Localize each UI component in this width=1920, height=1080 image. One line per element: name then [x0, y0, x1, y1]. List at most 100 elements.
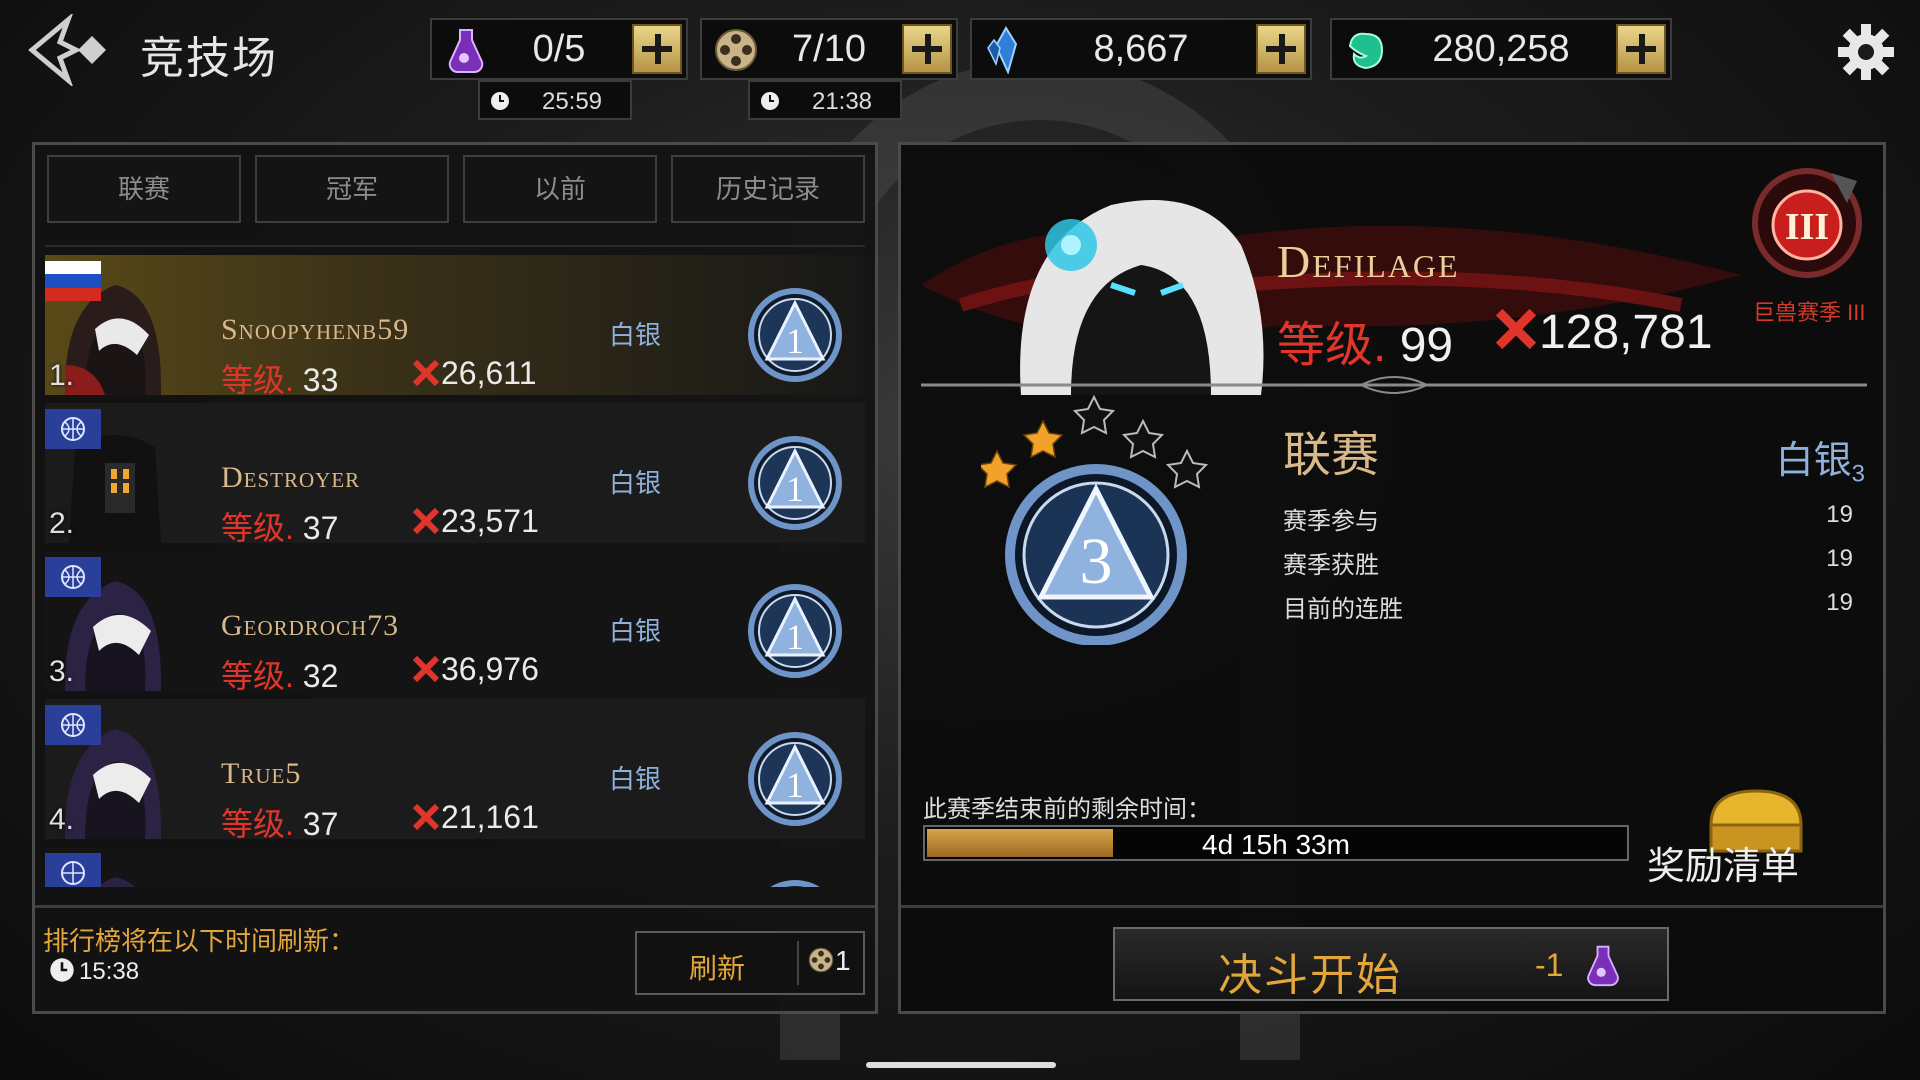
ranking-row[interactable]	[45, 847, 865, 887]
power-value: 36,976	[441, 651, 539, 687]
ranking-row[interactable]: 3. Geordroch73 等级. 32 36,976 白银 1	[45, 551, 865, 694]
crossed-swords-icon	[412, 507, 440, 535]
refresh-note: 排行榜将在以下时间刷新：	[43, 926, 356, 956]
panel-divider	[901, 905, 1883, 908]
league-tier-level: 3	[1851, 460, 1865, 488]
clock-icon	[761, 92, 779, 110]
tab-previous[interactable]: 以前	[463, 155, 657, 223]
hero-level: 等级. 99	[1277, 305, 1453, 375]
league-badge-icon: 1	[748, 288, 842, 382]
season-emblem-icon[interactable]: III	[1747, 163, 1867, 283]
stat-label: 目前的连胜	[1283, 596, 1403, 623]
leaderboard-panel: 联赛 冠军 以前 历史记录 1. Snoopyhenb59 等级. 33 26,…	[32, 142, 878, 1014]
film-reel-icon	[808, 947, 834, 973]
stat-label: 赛季参与	[1283, 508, 1379, 535]
souls-value: 280,258	[1432, 28, 1570, 70]
stat-value: 19	[1826, 589, 1853, 616]
refresh-timer: 15:38	[49, 957, 139, 986]
film-value: 7/10	[792, 28, 866, 70]
season-progress-bar: 4d 15h 33m	[923, 825, 1629, 861]
level-label: 等级.	[1277, 319, 1387, 372]
duel-button-label: 决斗开始	[1218, 951, 1402, 1000]
star-empty-icon	[1121, 418, 1165, 459]
stat-win-streak: 目前的连胜 19	[1283, 589, 1853, 624]
resource-crystals: 8,667	[970, 18, 1312, 80]
refresh-cost: 1	[807, 945, 851, 977]
ranking-row[interactable]: 4. True5 等级. 37 21,161 白银 1	[45, 699, 865, 842]
player-name: Snoopyhenb59	[221, 313, 410, 346]
globe-flag-icon	[45, 409, 101, 449]
season-remaining: 4d 15h 33m	[1202, 829, 1350, 860]
level-label: 等级.	[221, 510, 294, 546]
resource-film: 7/10	[700, 18, 958, 80]
league-badge-icon: 1	[748, 732, 842, 826]
home-indicator	[866, 1062, 1056, 1068]
player-tier: 白银	[609, 320, 662, 350]
tickets-timer-value: 25:59	[541, 88, 603, 115]
ranking-row[interactable]: 2. Destroyer 等级. 37 23,571 白银 1	[45, 403, 865, 546]
crossed-swords-icon	[412, 359, 440, 387]
power-value: 26,611	[441, 355, 537, 391]
tab-history[interactable]: 历史记录	[671, 155, 865, 223]
level-label: 等级.	[221, 806, 294, 842]
crystals-value: 8,667	[1093, 28, 1189, 70]
ranking-row[interactable]: 1. Snoopyhenb59 等级. 33 26,611 白银 1	[45, 255, 865, 398]
star-filled-icon	[1022, 419, 1064, 459]
stat-value: 19	[1826, 501, 1853, 528]
badge-number: 3	[1080, 525, 1113, 598]
badge-number: 1	[786, 765, 804, 805]
player-power: 36,976	[411, 651, 539, 688]
refresh-time-value: 15:38	[79, 958, 140, 985]
refresh-button[interactable]: 刷新 1	[635, 931, 865, 995]
tab-league[interactable]: 联赛	[47, 155, 241, 223]
badge-number: 1	[786, 321, 804, 361]
level-value: 37	[302, 510, 339, 546]
player-level: 等级. 37	[221, 799, 338, 845]
back-button[interactable]	[28, 12, 114, 88]
season-numeral: III	[1785, 206, 1829, 248]
gear-icon[interactable]	[1836, 22, 1896, 82]
star-filled-icon	[981, 449, 1018, 489]
league-rank-badge: 3	[981, 394, 1209, 645]
player-name: Geordroch73	[221, 609, 400, 642]
globe-flag-icon	[45, 853, 101, 887]
crossed-swords-icon	[1495, 308, 1537, 350]
level-label: 等级.	[221, 362, 294, 398]
star-empty-icon	[1165, 448, 1209, 489]
league-title: 联赛	[1283, 429, 1380, 482]
level-value: 33	[302, 362, 339, 398]
reward-list-button[interactable]: 奖励清单	[1647, 835, 1799, 890]
stat-label: 赛季获胜	[1283, 552, 1379, 579]
add-film-button[interactable]	[902, 24, 952, 74]
add-crystals-button[interactable]	[1256, 24, 1306, 74]
add-tickets-button[interactable]	[632, 24, 682, 74]
power-value: 23,571	[441, 503, 539, 539]
film-timer-value: 21:38	[811, 88, 873, 115]
purple-potion-icon	[448, 29, 484, 73]
hero-power: 128,781	[1493, 305, 1713, 360]
tickets-timer: 25:59	[478, 80, 632, 120]
player-name: Destroyer	[221, 461, 361, 494]
tab-champion[interactable]: 冠军	[255, 155, 449, 223]
badge-number: 1	[786, 617, 804, 657]
resource-souls: 280,258	[1330, 18, 1672, 80]
player-power: 26,611	[411, 355, 537, 392]
panel-divider	[35, 905, 875, 908]
blue-flower-icon	[1045, 219, 1097, 271]
league-badge-icon: 1	[748, 436, 842, 530]
start-duel-button[interactable]: 决斗开始 -1	[1113, 927, 1669, 1001]
player-tier: 白银	[609, 616, 662, 646]
badge-number: 1	[786, 469, 804, 509]
ranking-list[interactable]: 1. Snoopyhenb59 等级. 33 26,611 白银 1 2. De…	[45, 245, 865, 887]
player-name: True5	[221, 757, 302, 790]
refresh-button-separator	[797, 941, 799, 985]
add-souls-button[interactable]	[1616, 24, 1666, 74]
film-timer: 21:38	[748, 80, 902, 120]
rank-number: 3.	[49, 655, 75, 688]
tickets-value: 0/5	[532, 28, 586, 70]
refresh-cost-value: 1	[835, 945, 851, 976]
crossed-swords-icon	[412, 655, 440, 683]
league-badge-icon	[770, 880, 820, 887]
clock-icon	[50, 958, 74, 982]
stat-season-wins: 赛季获胜 19	[1283, 545, 1853, 580]
